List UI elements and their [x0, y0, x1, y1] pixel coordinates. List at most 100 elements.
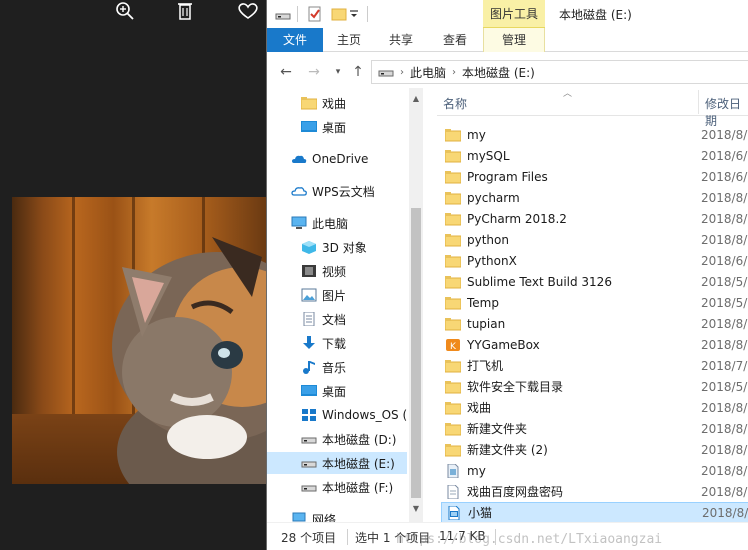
file-date: 2018/8/: [701, 211, 748, 226]
file-row[interactable]: tupian 2018/8/: [441, 313, 748, 334]
nav-item[interactable]: Windows_OS (C: [267, 404, 407, 426]
nav-item[interactable]: 桌面: [267, 116, 407, 138]
drive-icon: [301, 456, 317, 470]
nav-item[interactable]: 本地磁盘 (F:): [267, 476, 407, 498]
qat-dropdown-icon[interactable]: [349, 6, 359, 22]
nav-item[interactable]: OneDrive: [267, 148, 407, 170]
ribbon-tabs: 文件 主页 共享 查看 管理: [267, 28, 748, 52]
ribbon-tab-0[interactable]: 文件: [267, 28, 323, 52]
nav-item-label: 文档: [322, 312, 347, 327]
nav-item[interactable]: 此电脑: [267, 212, 407, 234]
file-row[interactable]: pycharm 2018/8/: [441, 187, 748, 208]
nav-item[interactable]: 3D 对象: [267, 236, 407, 258]
yy-icon: K: [445, 338, 461, 352]
file-name: 新建文件夹 (2): [467, 443, 548, 457]
file-row[interactable]: mySQL 2018/6/: [441, 145, 748, 166]
kitten-photo: [12, 197, 266, 484]
address-box[interactable]: › 此电脑 › 本地磁盘 (E:): [371, 60, 748, 84]
file-explorer-window: 图片工具 本地磁盘 (E:) 文件 主页 共享 查看 管理 ← → ▾ ↑ › 此电脑 › 本…: [266, 0, 748, 550]
drive-icon: [275, 13, 291, 20]
folder-icon: [444, 359, 462, 373]
back-arrow-icon: ←: [280, 64, 292, 80]
file-name: 新建文件夹: [467, 422, 528, 436]
file-name: YYGameBox: [467, 337, 540, 352]
file-name: mySQL: [467, 148, 510, 163]
nav-item[interactable]: 网络: [267, 508, 407, 522]
file-name: pycharm: [467, 190, 520, 205]
file-row[interactable]: my 2018/8/: [441, 124, 748, 145]
folder-icon: [444, 212, 462, 226]
ribbon-tab-4[interactable]: 管理: [483, 28, 545, 52]
folder-icon: [444, 170, 462, 184]
breadcrumb-separator-icon[interactable]: ›: [452, 67, 456, 78]
file-row[interactable]: 软件安全下载目录 2018/5/: [441, 376, 748, 397]
file-name: 小猫: [468, 506, 493, 520]
quick-access-toolbar: 图片工具 本地磁盘 (E:): [267, 0, 748, 28]
nav-item-label: 此电脑: [312, 216, 349, 231]
folder-icon: [444, 296, 462, 310]
new-folder-icon[interactable]: [331, 6, 347, 22]
forward-button[interactable]: →: [305, 64, 323, 80]
ribbon-tab-3[interactable]: 查看: [427, 28, 483, 52]
nav-item[interactable]: 下载: [267, 332, 407, 354]
desktop-icon: [301, 120, 317, 134]
scroll-thumb[interactable]: [411, 208, 421, 498]
nav-item[interactable]: 桌面: [267, 380, 407, 402]
folder-icon: [444, 317, 462, 331]
nav-item[interactable]: 本地磁盘 (D:): [267, 428, 407, 450]
cube-icon: [301, 240, 317, 254]
breadcrumb-separator-icon[interactable]: ›: [400, 67, 404, 78]
file-date: 2018/7/: [701, 358, 748, 373]
file-row[interactable]: K YYGameBox 2018/8/: [441, 334, 748, 355]
back-button[interactable]: ←: [277, 64, 295, 80]
file-name: tupian: [467, 316, 506, 331]
recent-locations-button[interactable]: ▾: [329, 64, 347, 80]
picture-tools-tab[interactable]: 图片工具: [483, 0, 545, 28]
properties-icon[interactable]: [307, 6, 323, 22]
file-row[interactable]: my 2018/8/: [441, 460, 748, 481]
delete-button[interactable]: [172, 0, 198, 22]
folder-icon: [444, 380, 462, 394]
file-row[interactable]: PyCharm 2018.2 2018/8/: [441, 208, 748, 229]
nav-item[interactable]: WPS云文档: [267, 180, 407, 202]
nav-item[interactable]: 音乐: [267, 356, 407, 378]
file-date: 2018/8/: [701, 421, 748, 436]
breadcrumb-item[interactable]: 本地磁盘 (E:): [462, 64, 535, 81]
ribbon-tab-1[interactable]: 主页: [323, 28, 375, 52]
file-row[interactable]: 打飞机 2018/7/: [441, 355, 748, 376]
scroll-up-icon[interactable]: ▲: [409, 92, 423, 106]
breadcrumb-item[interactable]: 此电脑: [410, 64, 446, 81]
file-row[interactable]: Temp 2018/5/: [441, 292, 748, 313]
file-row[interactable]: Program Files 2018/6/: [441, 166, 748, 187]
favorite-button[interactable]: [235, 0, 261, 22]
folder-icon: [444, 422, 462, 436]
nav-item[interactable]: 视频: [267, 260, 407, 282]
file-date: 2018/8/: [701, 484, 748, 499]
ribbon-tab-2[interactable]: 共享: [375, 28, 427, 52]
file-row[interactable]: 新建文件夹 (2) 2018/8/: [441, 439, 748, 460]
scroll-down-icon[interactable]: ▼: [409, 502, 423, 516]
nav-item[interactable]: 文档: [267, 308, 407, 330]
navigation-pane: 戏曲 桌面 OneDrive WPS云文档 此电脑 3D 对象 视频 图片 文档 下载 音乐 桌面 Wi…: [267, 88, 409, 522]
file-date: 2018/8/: [701, 442, 748, 457]
nav-item[interactable]: 本地磁盘 (E:): [267, 452, 407, 474]
file-row[interactable]: 戏曲百度网盘密码 2018/8/: [441, 481, 748, 502]
file-row[interactable]: 戏曲 2018/8/: [441, 397, 748, 418]
file-row[interactable]: 小猫 2018/8/: [441, 502, 748, 522]
file-row[interactable]: Sublime Text Build 3126 2018/5/: [441, 271, 748, 292]
onedrive-icon: [291, 152, 307, 166]
file-name: PythonX: [467, 253, 517, 268]
nav-scrollbar[interactable]: ▲ ▼: [409, 88, 423, 522]
folder-icon: [444, 443, 462, 457]
zoom-in-icon: [116, 2, 134, 20]
file-row[interactable]: python 2018/8/: [441, 229, 748, 250]
column-name[interactable]: 名称: [443, 95, 467, 112]
nav-item[interactable]: 图片: [267, 284, 407, 306]
file-row[interactable]: PythonX 2018/6/: [441, 250, 748, 271]
heart-icon: [238, 3, 258, 19]
file-row[interactable]: 新建文件夹 2018/8/: [441, 418, 748, 439]
nav-item[interactable]: 戏曲: [267, 92, 407, 114]
up-button[interactable]: ↑: [349, 64, 367, 80]
winos-icon: [301, 408, 317, 422]
zoom-in-button[interactable]: [112, 0, 138, 22]
